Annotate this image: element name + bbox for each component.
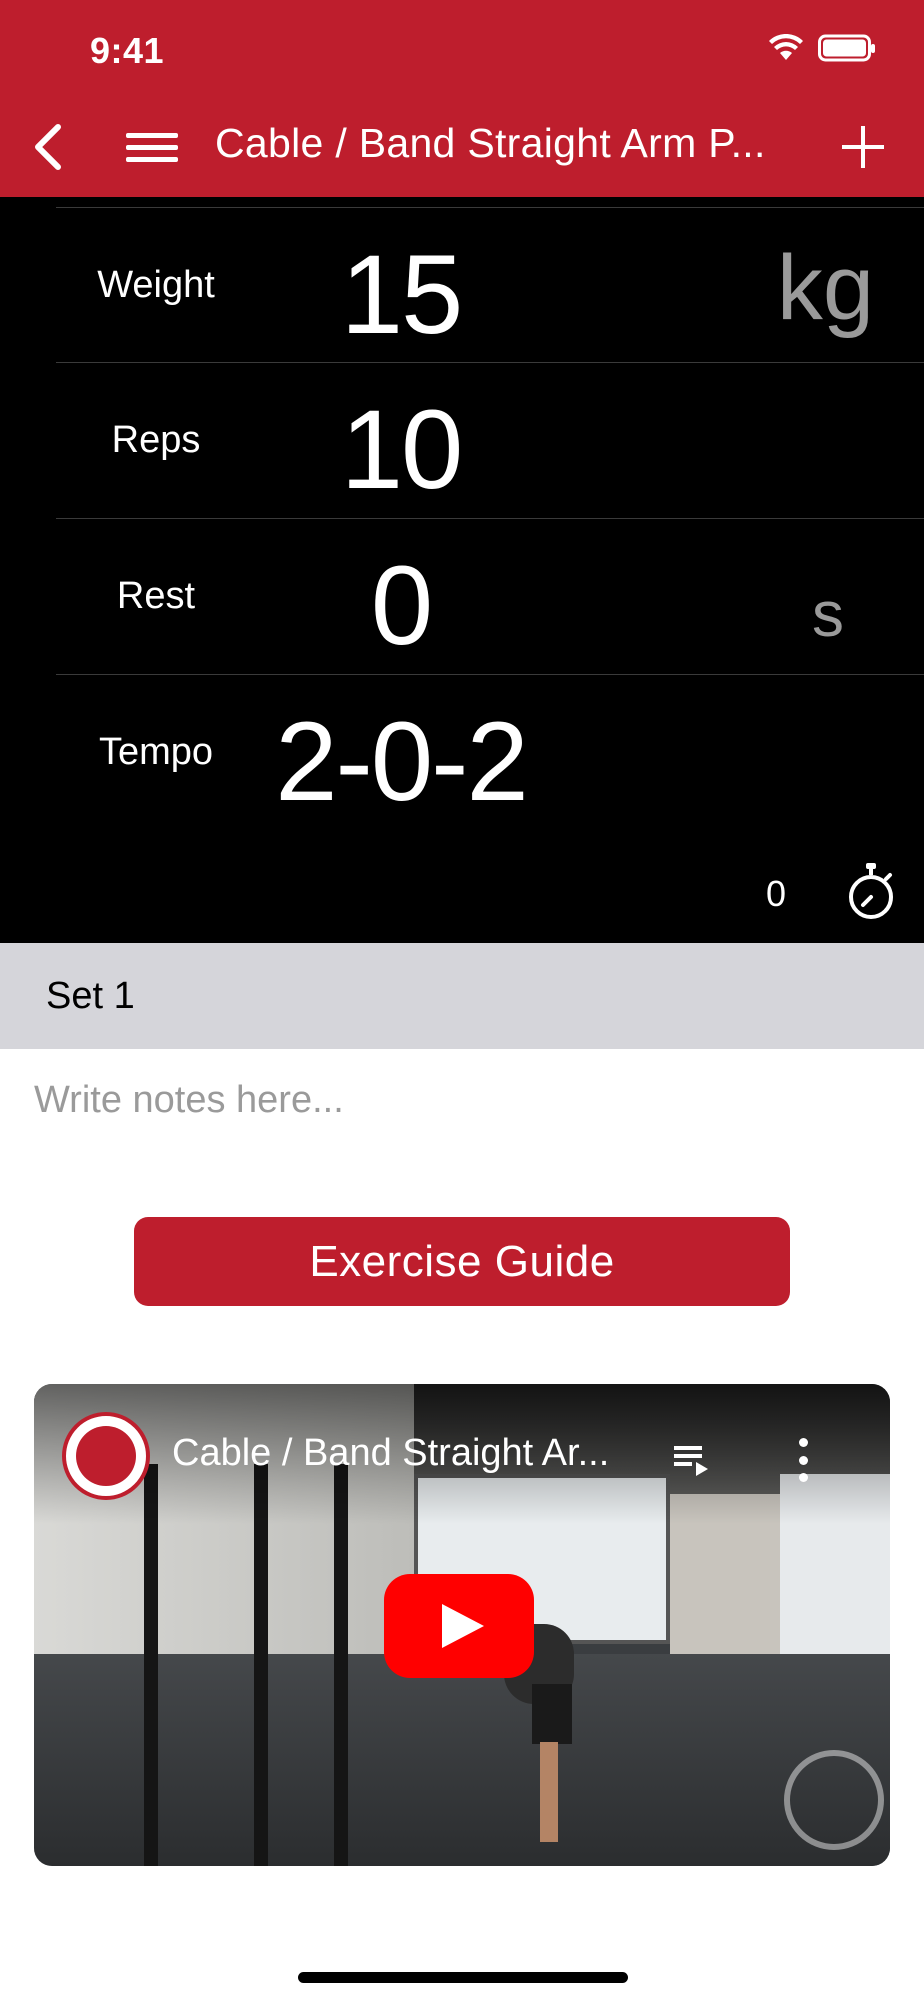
timer-count: 0 [766, 873, 787, 914]
tempo-value[interactable]: 2-0-2 [256, 697, 546, 826]
video-scene-rack [334, 1464, 348, 1866]
channel-logo-icon[interactable] [62, 1412, 150, 1500]
tempo-label: Tempo [98, 731, 214, 773]
set-label: Set 1 [46, 975, 135, 1017]
channel-watermark-icon [784, 1750, 884, 1850]
exercise-guide-button[interactable]: Exercise Guide [134, 1217, 790, 1306]
chevron-left-icon [35, 124, 61, 170]
youtube-play-icon[interactable] [384, 1574, 534, 1678]
video-player[interactable]: Cable / Band Straight Ar... [34, 1384, 890, 1866]
rest-row[interactable]: Rest 0 s [56, 519, 924, 675]
rest-label: Rest [116, 575, 196, 617]
nav-bar: Cable / Band Straight Arm P... [0, 112, 924, 182]
rest-value[interactable]: 0 [256, 541, 546, 670]
video-scene-rack [254, 1464, 268, 1866]
weight-row[interactable]: Weight 15 kg [56, 207, 924, 363]
weight-value[interactable]: 15 [256, 230, 546, 359]
status-icons [768, 34, 876, 62]
hamburger-menu-icon[interactable] [126, 124, 178, 170]
weight-label: Weight [97, 264, 215, 306]
rest-unit: s [812, 578, 844, 650]
battery-icon [818, 34, 875, 62]
weight-unit: kg [776, 237, 874, 339]
playlist-icon[interactable] [672, 1440, 712, 1480]
metrics-panel: Weight 15 kg Reps 10 Rest 0 s Tempo 2-0-… [0, 197, 924, 943]
video-scene-rack [144, 1464, 158, 1866]
back-button[interactable] [22, 118, 72, 176]
notes-input[interactable] [34, 1070, 894, 1130]
video-title[interactable]: Cable / Band Straight Ar... [172, 1432, 632, 1475]
set-header: Set 1 [0, 943, 924, 1049]
page-title: Cable / Band Straight Arm P... [215, 120, 766, 166]
tempo-row[interactable]: Tempo 2-0-2 [56, 675, 924, 831]
more-vertical-icon[interactable] [796, 1438, 810, 1482]
home-indicator [298, 1972, 628, 1983]
stopwatch-icon[interactable] [846, 861, 896, 921]
video-scene-floor [34, 1654, 890, 1866]
reps-label: Reps [111, 419, 201, 461]
reps-row[interactable]: Reps 10 [56, 363, 924, 519]
wifi-icon [769, 34, 803, 60]
add-button[interactable] [838, 122, 888, 172]
status-time: 9:41 [90, 30, 165, 71]
reps-value[interactable]: 10 [256, 385, 546, 514]
app-header: 9:41 Cable / Band Straight Arm P... [0, 0, 924, 197]
